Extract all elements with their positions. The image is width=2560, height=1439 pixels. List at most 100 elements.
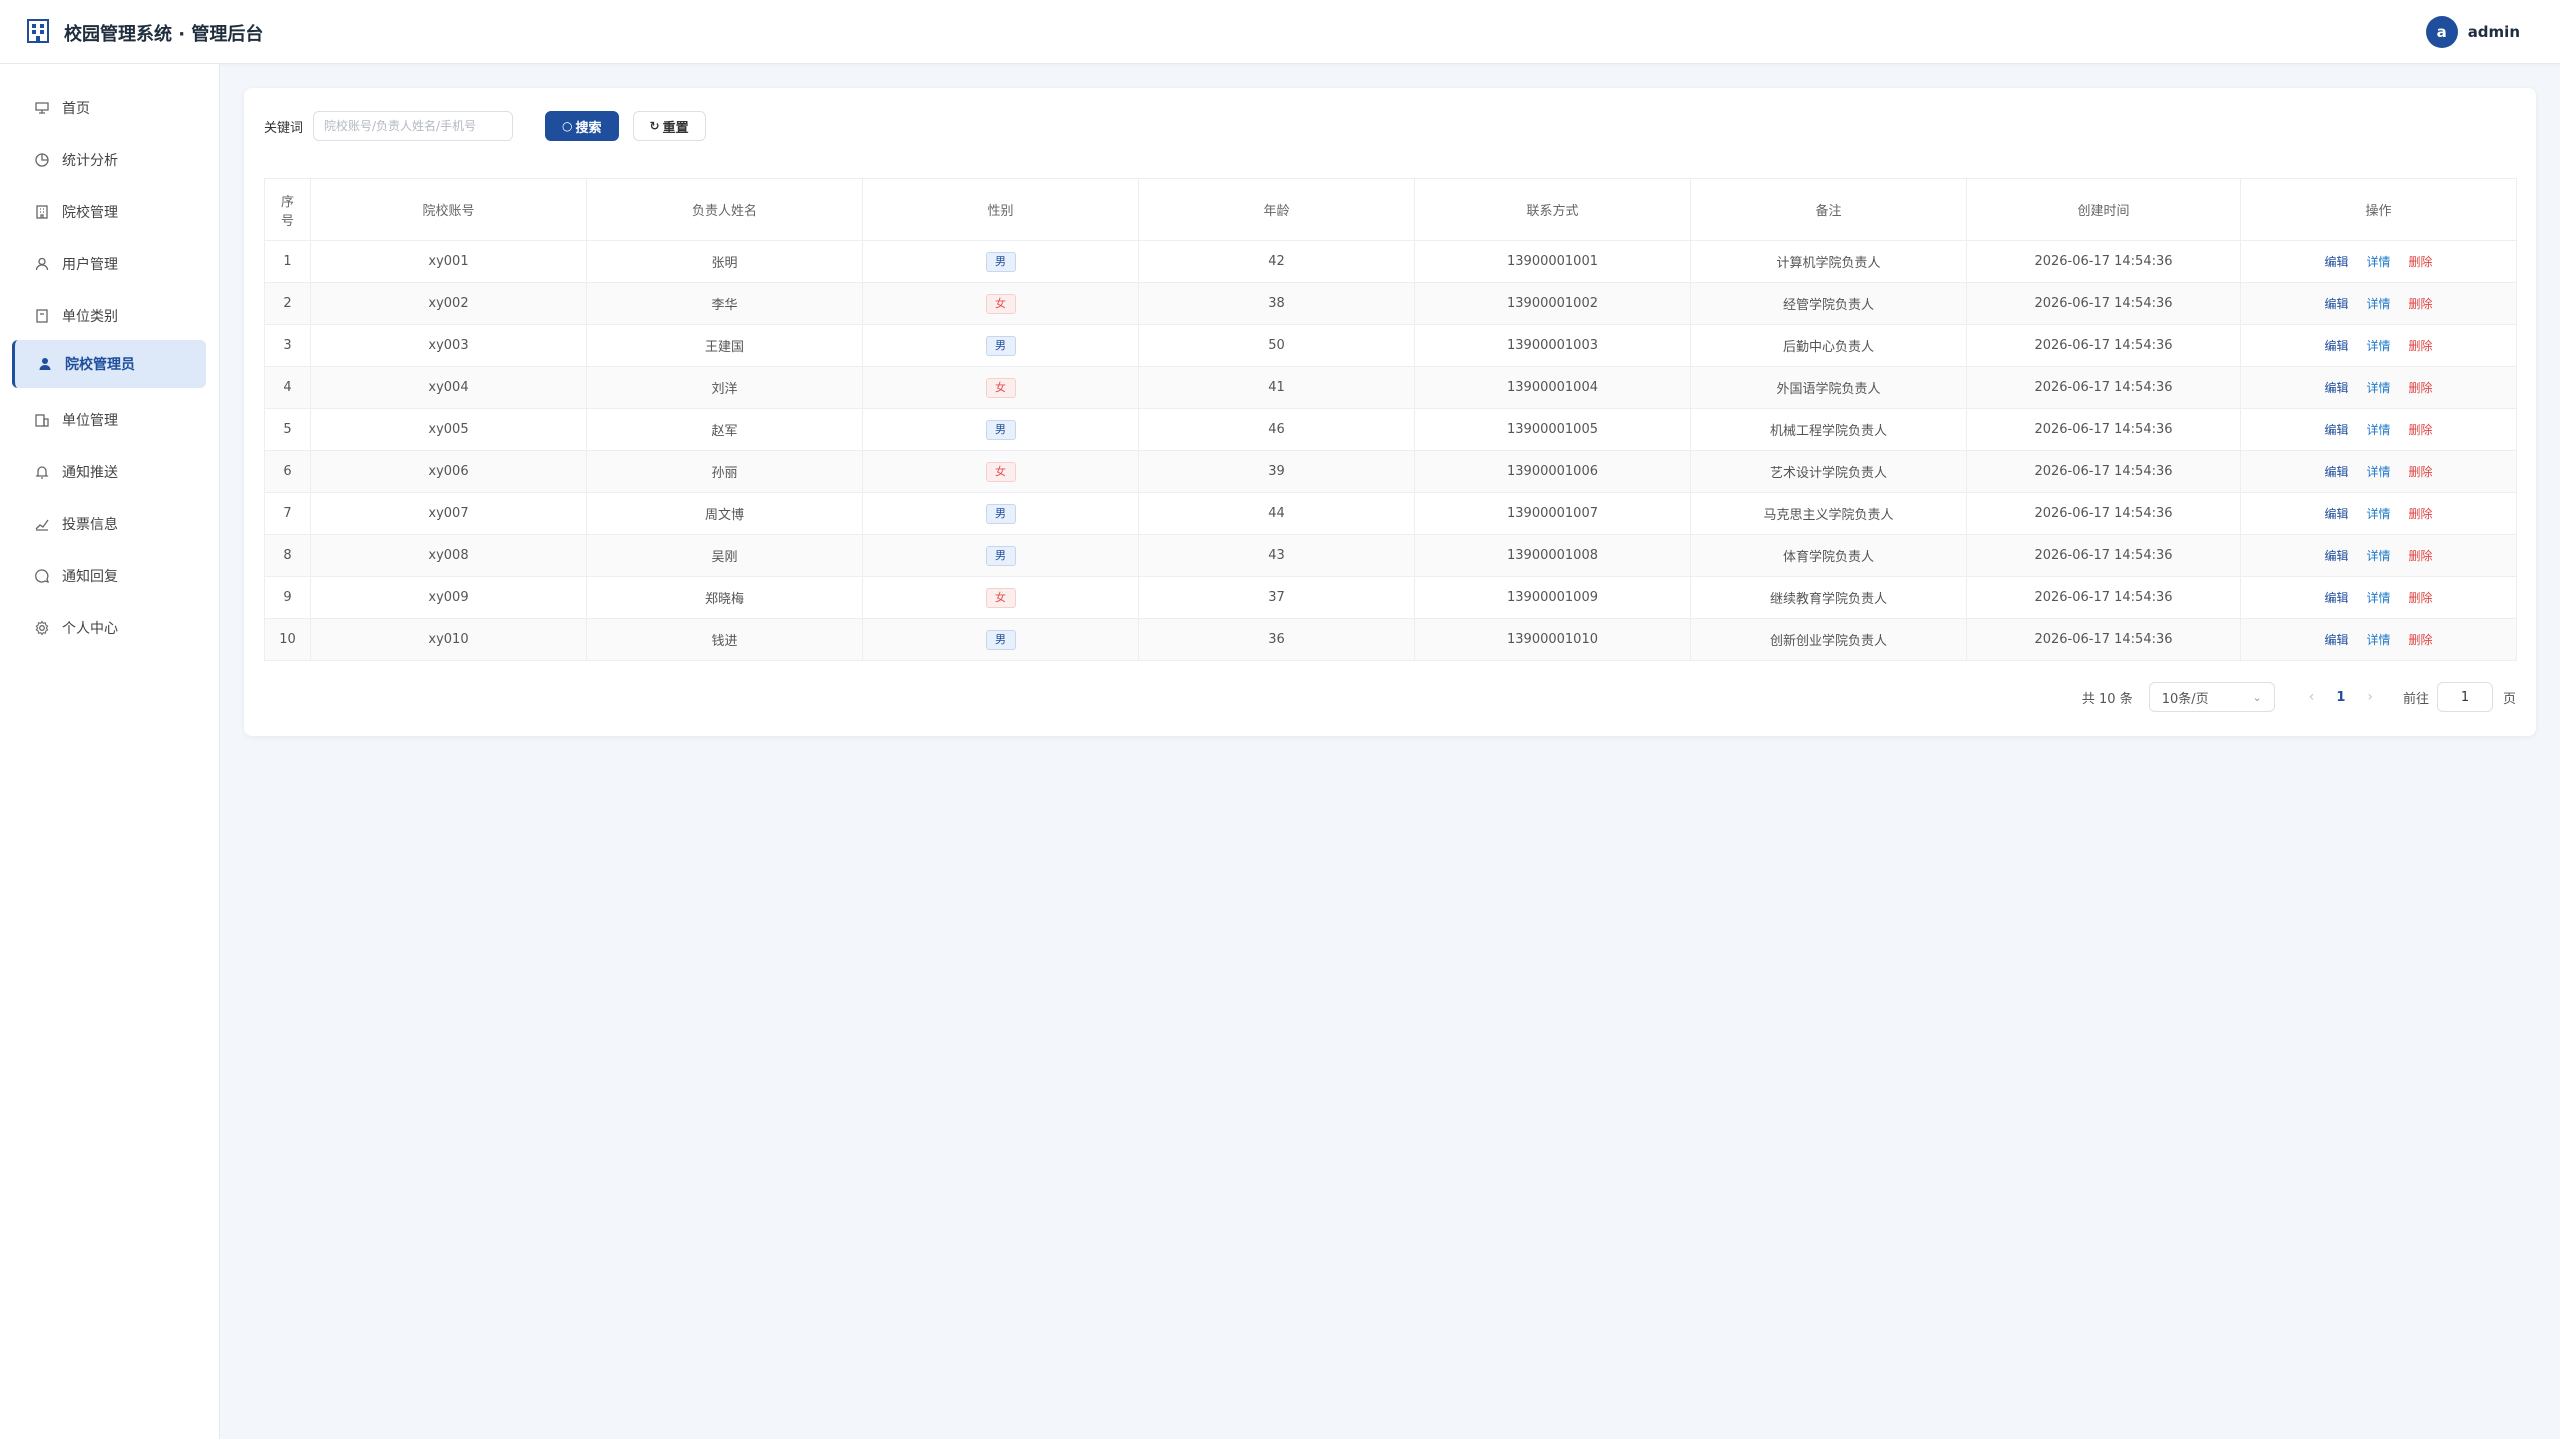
user-menu[interactable]: a admin bbox=[2425, 16, 2520, 48]
sidebar-item-schools[interactable]: 院校管理 bbox=[12, 188, 206, 236]
delete-link[interactable]: 删除 bbox=[2409, 465, 2433, 479]
username[interactable]: admin bbox=[2468, 23, 2520, 41]
cell-created: 2026-06-17 14:54:36 bbox=[1966, 534, 2241, 577]
avatar[interactable]: a bbox=[2425, 16, 2458, 48]
detail-link[interactable]: 详情 bbox=[2366, 549, 2390, 563]
cell-account: xy001 bbox=[310, 240, 587, 283]
detail-link[interactable]: 详情 bbox=[2366, 255, 2390, 269]
detail-link[interactable]: 详情 bbox=[2366, 423, 2390, 437]
sidebar-item-home[interactable]: 首页 bbox=[12, 84, 206, 132]
cell-name: 吴刚 bbox=[586, 534, 863, 577]
detail-link[interactable]: 详情 bbox=[2366, 633, 2390, 647]
table-row: 7 xy007 周文博 男 44 13900001007 马克思主义学院负责人 2026-06… bbox=[264, 492, 2517, 535]
edit-link[interactable]: 编辑 bbox=[2324, 255, 2348, 269]
sidebar-item-statistics[interactable]: 统计分析 bbox=[12, 136, 206, 184]
sidebar-item-label: 单位管理 bbox=[62, 413, 118, 429]
next-page-icon[interactable]: › bbox=[2367, 689, 2373, 705]
edit-link[interactable]: 编辑 bbox=[2324, 423, 2348, 437]
prev-page-icon[interactable]: ‹ bbox=[2309, 689, 2315, 705]
sidebar-item-users[interactable]: 用户管理 bbox=[12, 240, 206, 288]
col-header-actions: 操作 bbox=[2240, 178, 2517, 241]
delete-link[interactable]: 删除 bbox=[2409, 339, 2433, 353]
delete-link[interactable]: 删除 bbox=[2409, 297, 2433, 311]
page-number-current[interactable]: 1 bbox=[2336, 690, 2345, 705]
admin-table: 序号 院校账号 负责人姓名 性别 年龄 联系方式 备注 创建时间 操作 1 xy0… bbox=[264, 178, 2517, 661]
cell-actions: 编辑 详情 删除 bbox=[2240, 534, 2517, 577]
delete-link[interactable]: 删除 bbox=[2409, 507, 2433, 521]
sidebar-item-units[interactable]: 单位管理 bbox=[12, 396, 206, 444]
cell-name: 郑晓梅 bbox=[586, 576, 863, 619]
detail-link[interactable]: 详情 bbox=[2366, 381, 2390, 395]
delete-link[interactable]: 删除 bbox=[2409, 423, 2433, 437]
cell-gender: 男 bbox=[862, 408, 1139, 451]
edit-link[interactable]: 编辑 bbox=[2324, 633, 2348, 647]
cell-no: 6 bbox=[264, 450, 311, 493]
cell-name: 李华 bbox=[586, 282, 863, 325]
sidebar-item-notify-push[interactable]: 通知推送 bbox=[12, 448, 206, 496]
cell-actions: 编辑 详情 删除 bbox=[2240, 282, 2517, 325]
detail-link[interactable]: 详情 bbox=[2366, 297, 2390, 311]
search-input[interactable] bbox=[313, 111, 514, 141]
edit-link[interactable]: 编辑 bbox=[2324, 465, 2348, 479]
goto-page-input[interactable] bbox=[2436, 682, 2493, 712]
cell-age: 44 bbox=[1138, 492, 1415, 535]
cell-account: xy002 bbox=[310, 282, 587, 325]
page-size-select[interactable]: 10条/页 ⌄ bbox=[2148, 682, 2275, 712]
cell-age: 42 bbox=[1138, 240, 1415, 283]
table-row: 4 xy004 刘洋 女 41 13900001004 外国语学院负责人 2026-06-17… bbox=[264, 366, 2517, 409]
delete-link[interactable]: 删除 bbox=[2409, 255, 2433, 269]
delete-link[interactable]: 删除 bbox=[2409, 591, 2433, 605]
cell-age: 38 bbox=[1138, 282, 1415, 325]
delete-link[interactable]: 删除 bbox=[2409, 633, 2433, 647]
sidebar-item-label: 单位类别 bbox=[62, 309, 118, 325]
detail-link[interactable]: 详情 bbox=[2366, 591, 2390, 605]
edit-link[interactable]: 编辑 bbox=[2324, 297, 2348, 311]
edit-link[interactable]: 编辑 bbox=[2324, 507, 2348, 521]
cell-created: 2026-06-17 14:54:36 bbox=[1966, 240, 2241, 283]
edit-link[interactable]: 编辑 bbox=[2324, 591, 2348, 605]
sidebar-item-school-admins[interactable]: 院校管理员 bbox=[12, 340, 206, 388]
pie-chart-icon bbox=[35, 153, 49, 167]
cell-no: 7 bbox=[264, 492, 311, 535]
cell-name: 王建国 bbox=[586, 324, 863, 367]
cell-no: 5 bbox=[264, 408, 311, 451]
col-header-age: 年龄 bbox=[1138, 178, 1415, 241]
cell-actions: 编辑 详情 删除 bbox=[2240, 492, 2517, 535]
gear-icon bbox=[35, 620, 49, 636]
search-icon: ○ bbox=[562, 119, 573, 133]
cell-actions: 编辑 详情 删除 bbox=[2240, 450, 2517, 493]
edit-link[interactable]: 编辑 bbox=[2324, 381, 2348, 395]
cell-phone: 13900001005 bbox=[1414, 408, 1691, 451]
table-row: 10 xy010 钱进 男 36 13900001010 创新创业学院负责人 2026-06-… bbox=[264, 618, 2517, 661]
detail-link[interactable]: 详情 bbox=[2366, 507, 2390, 521]
sidebar-item-label: 首页 bbox=[62, 101, 90, 117]
sidebar-item-profile[interactable]: 个人中心 bbox=[12, 604, 206, 652]
cell-age: 46 bbox=[1138, 408, 1415, 451]
sidebar-item-unit-categories[interactable]: 单位类别 bbox=[12, 292, 206, 340]
edit-link[interactable]: 编辑 bbox=[2324, 549, 2348, 563]
edit-link[interactable]: 编辑 bbox=[2324, 339, 2348, 353]
delete-link[interactable]: 删除 bbox=[2409, 549, 2433, 563]
sidebar-item-label: 统计分析 bbox=[62, 153, 118, 169]
detail-link[interactable]: 详情 bbox=[2366, 339, 2390, 353]
gender-tag: 女 bbox=[985, 461, 1016, 482]
cell-gender: 女 bbox=[862, 450, 1139, 493]
cell-remark: 创新创业学院负责人 bbox=[1690, 618, 1967, 661]
building-icon bbox=[36, 205, 48, 219]
col-header-remark: 备注 bbox=[1690, 178, 1967, 241]
sidebar-item-notify-reply[interactable]: 通知回复 bbox=[12, 552, 206, 600]
cell-phone: 13900001001 bbox=[1414, 240, 1691, 283]
delete-link[interactable]: 删除 bbox=[2409, 381, 2433, 395]
cell-remark: 计算机学院负责人 bbox=[1690, 240, 1967, 283]
search-button[interactable]: ○ 搜索 bbox=[545, 111, 619, 141]
sidebar-item-label: 院校管理 bbox=[62, 205, 118, 221]
cell-account: xy003 bbox=[310, 324, 587, 367]
cell-actions: 编辑 详情 删除 bbox=[2240, 408, 2517, 451]
reset-button[interactable]: ↻ 重置 bbox=[632, 111, 706, 141]
cell-age: 37 bbox=[1138, 576, 1415, 619]
cell-created: 2026-06-17 14:54:36 bbox=[1966, 324, 2241, 367]
cell-name: 刘洋 bbox=[586, 366, 863, 409]
cell-gender: 男 bbox=[862, 534, 1139, 577]
detail-link[interactable]: 详情 bbox=[2366, 465, 2390, 479]
sidebar-item-votes[interactable]: 投票信息 bbox=[12, 500, 206, 548]
